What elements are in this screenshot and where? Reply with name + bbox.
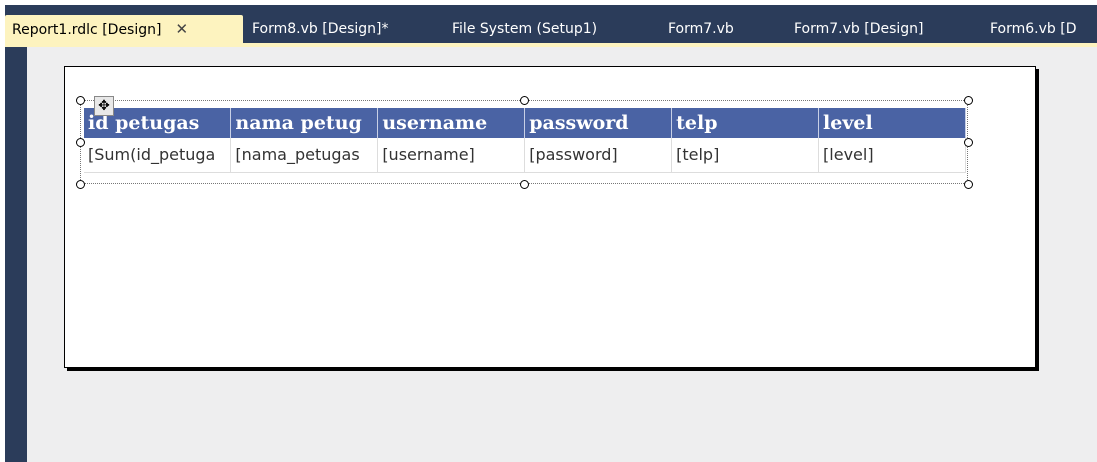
tab-form7-design[interactable]: Form7.vb [Design] <box>787 15 967 43</box>
tab-label: Form6.vb [D <box>990 21 1077 37</box>
tab-file-system-setup1[interactable]: File System (Setup1) <box>445 15 635 43</box>
tab-label: Form7.vb <box>668 21 734 37</box>
data-cell-username[interactable]: [username] <box>377 138 526 173</box>
data-cell-nama-petugas[interactable]: [nama_petugas <box>230 138 379 173</box>
document-tab-strip: Report1.rdlc [Design] ✕ Form8.vb [Design]… <box>5 5 1097 43</box>
data-cell-telp[interactable]: [telp] <box>671 138 820 173</box>
tab-label: Report1.rdlc [Design] <box>12 22 162 38</box>
header-cell-password[interactable]: password <box>524 108 673 138</box>
resize-handle-top-middle[interactable] <box>520 96 529 105</box>
tablix[interactable]: id petugas nama petug username password … <box>76 96 973 189</box>
tab-label: Form7.vb [Design] <box>794 21 924 37</box>
resize-handle-bottom-middle[interactable] <box>520 180 529 189</box>
header-cell-nama-petugas[interactable]: nama petug <box>230 108 379 138</box>
tab-form7-vb[interactable]: Form7.vb <box>661 15 761 43</box>
data-cell-password[interactable]: [password] <box>524 138 673 173</box>
close-icon[interactable]: ✕ <box>175 15 188 43</box>
data-cell-level[interactable]: [level] <box>818 138 966 173</box>
header-cell-level[interactable]: level <box>818 108 966 138</box>
detail-row: [Sum(id_petuga [nama_petugas [username] … <box>84 138 966 173</box>
header-cell-telp[interactable]: telp <box>671 108 820 138</box>
resize-handle-middle-left[interactable] <box>76 138 85 147</box>
tab-label: Form8.vb [Design]* <box>252 21 389 37</box>
tab-form6-design[interactable]: Form6.vb [D <box>983 15 1097 43</box>
tab-label: File System (Setup1) <box>452 21 598 37</box>
resize-handle-bottom-right[interactable] <box>964 180 973 189</box>
resize-handle-top-left[interactable] <box>76 96 85 105</box>
move-handle-icon[interactable]: ✥ <box>94 96 114 116</box>
tablix-grid[interactable]: id petugas nama petug username password … <box>84 108 966 173</box>
tab-report1-design[interactable]: Report1.rdlc [Design] ✕ <box>5 15 243 43</box>
visual-studio-editor-screenshot: Report1.rdlc [Design] ✕ Form8.vb [Design]… <box>0 0 1097 462</box>
data-cell-id-petugas[interactable]: [Sum(id_petuga <box>84 138 232 173</box>
header-cell-username[interactable]: username <box>377 108 526 138</box>
resize-handle-bottom-left[interactable] <box>76 180 85 189</box>
tab-form8-design[interactable]: Form8.vb [Design]* <box>245 15 425 43</box>
resize-handle-top-right[interactable] <box>964 96 973 105</box>
header-row: id petugas nama petug username password … <box>84 108 966 138</box>
resize-handle-middle-right[interactable] <box>964 138 973 147</box>
